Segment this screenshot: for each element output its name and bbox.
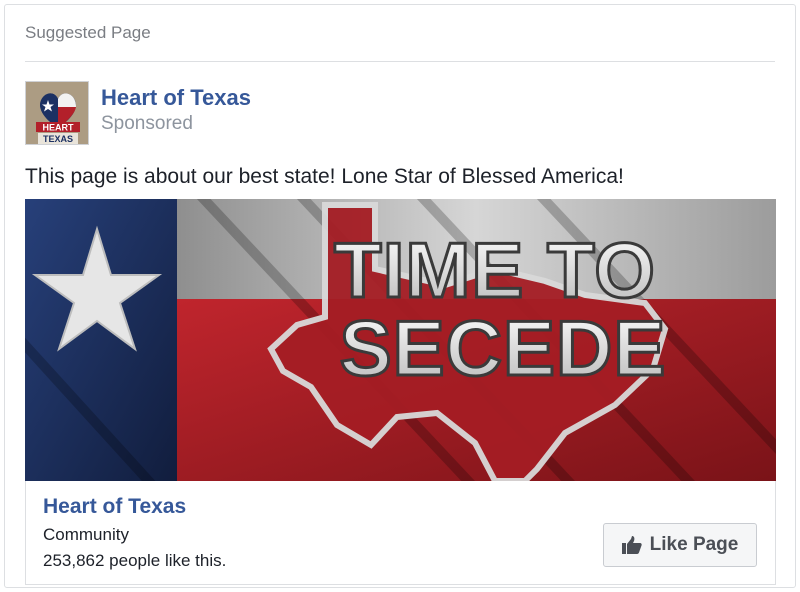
thumbs-up-icon xyxy=(621,536,642,554)
heart-of-texas-logo-icon: HEART TEXAS xyxy=(26,82,88,144)
suggested-page-card: Suggested Page HEART TEXAS Heart of Texa… xyxy=(4,4,796,588)
post-text: This page is about our best state! Lone … xyxy=(25,165,624,188)
sponsored-label: Sponsored xyxy=(101,113,193,134)
avatar-line1: HEART xyxy=(43,123,75,133)
like-page-button[interactable]: Like Page xyxy=(603,523,757,567)
headline-line2: SECEDE xyxy=(340,304,667,392)
footer-page-name-link[interactable]: Heart of Texas xyxy=(43,495,186,519)
ad-image[interactable]: TIME TO SECEDE xyxy=(25,199,776,481)
card-header-label: Suggested Page xyxy=(25,23,151,42)
page-avatar[interactable]: HEART TEXAS xyxy=(25,81,89,145)
avatar-line2: TEXAS xyxy=(43,134,73,144)
page-name-link[interactable]: Heart of Texas xyxy=(101,85,251,111)
footer-category: Community xyxy=(43,525,129,544)
like-button-label: Like Page xyxy=(649,534,739,555)
footer-likes-count: 253,862 people like this. xyxy=(43,551,227,570)
ad-footer: Heart of Texas Community 253,862 people … xyxy=(25,481,776,585)
headline-line1: TIME TO xyxy=(334,226,656,314)
header-divider xyxy=(25,61,775,62)
